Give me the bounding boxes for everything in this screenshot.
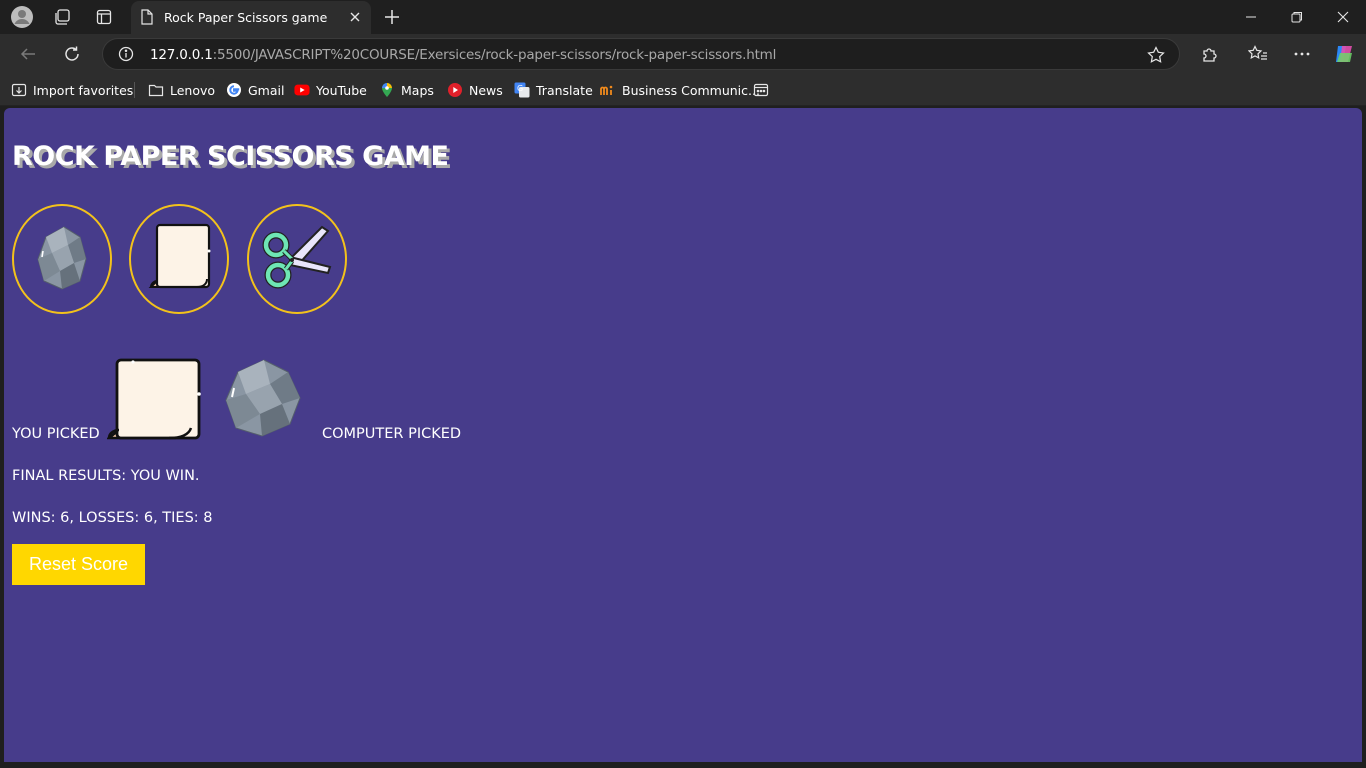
restore-icon[interactable] bbox=[1274, 0, 1320, 34]
bookmark-news[interactable]: News bbox=[447, 81, 503, 99]
url-host: 127.0.0.1 bbox=[150, 47, 213, 63]
final-result-text: FINAL RESULTS: YOU WIN. bbox=[12, 468, 200, 484]
favorites-icon[interactable] bbox=[1246, 42, 1270, 66]
page-icon bbox=[140, 9, 154, 30]
computer-picked-label: COMPUTER PICKED bbox=[322, 426, 462, 442]
url-text: 127.0.0.1:5500/JAVASCRIPT%20COURSE/Exers… bbox=[150, 47, 776, 63]
window-bottom-edge bbox=[0, 762, 1366, 768]
new-tab-icon[interactable] bbox=[381, 6, 403, 28]
bookmark-label: Import favorites bbox=[33, 82, 134, 98]
you-picked-label: YOU PICKED bbox=[12, 426, 100, 442]
title-bar: Rock Paper Scissors game bbox=[0, 0, 1366, 34]
more-options-icon[interactable] bbox=[1290, 42, 1314, 66]
bookmark-label: Translate bbox=[536, 82, 593, 98]
business-icon bbox=[600, 82, 616, 98]
paper-button[interactable] bbox=[129, 204, 229, 314]
bookmark-business-communication[interactable]: Business Communic... bbox=[600, 81, 760, 99]
bookmark-label: Lenovo bbox=[170, 82, 216, 98]
site-info-icon[interactable] bbox=[118, 46, 134, 67]
bookmark-label: Maps bbox=[401, 82, 434, 98]
favorite-star-icon[interactable] bbox=[1147, 46, 1165, 69]
refresh-icon[interactable] bbox=[60, 42, 84, 66]
folder-icon bbox=[148, 82, 164, 98]
google-icon bbox=[226, 82, 242, 98]
rock-button[interactable] bbox=[12, 204, 112, 314]
bookmarks-overflow[interactable] bbox=[753, 81, 775, 99]
workspaces-icon[interactable] bbox=[50, 5, 74, 29]
bookmark-import-favorites[interactable]: Import favorites bbox=[11, 81, 133, 99]
scissors-button[interactable] bbox=[247, 204, 347, 314]
app-grid-icon bbox=[753, 82, 769, 98]
bookmark-gmail[interactable]: Gmail bbox=[226, 81, 284, 99]
close-tab-icon[interactable] bbox=[347, 9, 363, 25]
page-viewport: ROCK PAPER SCISSORS GAME YOU PICKED COMP… bbox=[4, 108, 1362, 762]
computer-picked-rock-icon bbox=[222, 358, 304, 443]
address-bar[interactable]: 127.0.0.1:5500/JAVASCRIPT%20COURSE/Exers… bbox=[102, 38, 1180, 70]
navigation-bar: 127.0.0.1:5500/JAVASCRIPT%20COURSE/Exers… bbox=[0, 34, 1366, 74]
news-icon bbox=[447, 82, 463, 98]
minimize-icon[interactable] bbox=[1228, 0, 1274, 34]
tab-actions-icon[interactable] bbox=[92, 5, 116, 29]
bookmarks-divider bbox=[134, 82, 135, 98]
reset-score-button[interactable]: Reset Score bbox=[12, 544, 145, 585]
you-picked-paper-icon bbox=[105, 358, 203, 447]
url-path: :5500/JAVASCRIPT%20COURSE/Exersices/rock… bbox=[212, 47, 777, 63]
bookmark-label: YouTube bbox=[316, 82, 367, 98]
copilot-icon[interactable] bbox=[1332, 42, 1356, 66]
paper-icon bbox=[145, 221, 213, 298]
extensions-icon[interactable] bbox=[1198, 42, 1222, 66]
rock-icon bbox=[34, 223, 90, 296]
bookmarks-bar: Import favorites Lenovo Gmail YouTube Ma… bbox=[0, 74, 1366, 106]
page-title: ROCK PAPER SCISSORS GAME bbox=[12, 141, 449, 172]
bookmark-translate[interactable]: G Translate bbox=[514, 81, 593, 99]
bookmark-lenovo[interactable]: Lenovo bbox=[148, 81, 215, 99]
bookmark-youtube[interactable]: YouTube bbox=[294, 81, 367, 99]
close-window-icon[interactable] bbox=[1320, 0, 1366, 34]
scissors-icon bbox=[260, 223, 334, 296]
svg-text:G: G bbox=[517, 84, 523, 93]
bookmark-label: News bbox=[469, 82, 503, 98]
bookmark-maps[interactable]: Maps bbox=[379, 81, 434, 99]
back-icon[interactable] bbox=[16, 42, 40, 66]
youtube-icon bbox=[294, 82, 310, 98]
score-text: WINS: 6, LOSSES: 6, TIES: 8 bbox=[12, 510, 213, 526]
maps-icon bbox=[379, 82, 395, 98]
tab-active[interactable]: Rock Paper Scissors game bbox=[131, 1, 371, 34]
bookmark-label: Gmail bbox=[248, 82, 285, 98]
tab-title: Rock Paper Scissors game bbox=[164, 10, 328, 25]
import-icon bbox=[11, 82, 27, 98]
bookmark-label: Business Communic... bbox=[622, 82, 760, 98]
profile-avatar-icon[interactable] bbox=[10, 5, 34, 29]
translate-icon: G bbox=[514, 82, 530, 98]
